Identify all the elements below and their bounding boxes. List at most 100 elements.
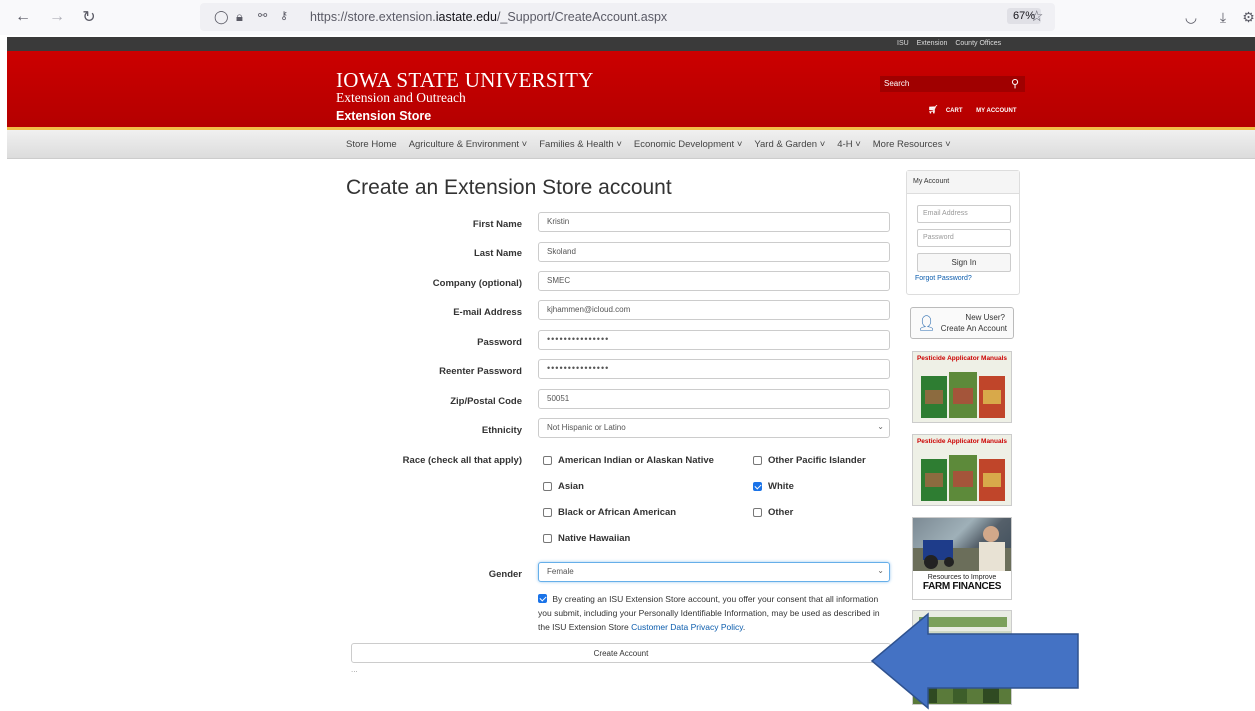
chevron-down-icon: ⌄ xyxy=(877,422,884,431)
pesticide-manuals-promo-2[interactable]: Pesticide Applicator Manuals xyxy=(912,434,1012,506)
race-other-checkbox[interactable]: Other xyxy=(753,507,793,518)
pesticide-manuals-promo[interactable]: Pesticide Applicator Manuals xyxy=(912,351,1012,423)
zip-field[interactable]: 50051 xyxy=(538,389,890,409)
utility-link-county-offices[interactable]: County Offices xyxy=(955,40,1001,47)
new-user-icon: 👤︎ xyxy=(917,315,937,332)
consent-block: By creating an ISU Extension Store accou… xyxy=(538,592,888,634)
farm-promo-line1: Resources to Improve xyxy=(927,574,997,581)
nav-item-more-resources[interactable]: More Resources ˅ xyxy=(873,139,951,150)
my-account-heading: My Account xyxy=(907,171,1019,194)
browser-toolbar: ← → ↻ ◯ 🔒︎ ⚯ ⚷ https://store.extension.i… xyxy=(0,0,1255,35)
checkbox-box[interactable] xyxy=(543,456,552,465)
password-field[interactable]: ••••••••••••••• xyxy=(538,330,890,350)
consent-checkbox[interactable] xyxy=(538,594,547,603)
checkbox-box[interactable] xyxy=(543,508,552,517)
store-name[interactable]: Extension Store xyxy=(336,109,431,123)
company-label: Company (optional) xyxy=(432,278,522,289)
permissions-icon[interactable]: ⚯ xyxy=(258,9,267,22)
ethnicity-select[interactable]: Not Hispanic or Latino ⌄ xyxy=(538,418,890,438)
gender-value: Female xyxy=(547,567,574,576)
first-name-field[interactable]: Kristin xyxy=(538,212,890,232)
nav-item-economic-development[interactable]: Economic Development ˅ xyxy=(634,139,743,150)
page-title: Create an Extension Store account xyxy=(346,176,672,199)
gender-label: Gender xyxy=(488,569,522,580)
promo-title: Pesticide Applicator Manuals xyxy=(916,355,1008,362)
search-placeholder: Search xyxy=(884,79,910,88)
checkbox-box[interactable] xyxy=(543,482,552,491)
checkbox-box[interactable] xyxy=(753,456,762,465)
checkbox-box[interactable] xyxy=(543,534,552,543)
extensions-icon[interactable]: ⚙ xyxy=(1242,6,1255,28)
race-other-pacific-checkbox[interactable]: Other Pacific Islander xyxy=(753,455,866,466)
email-field[interactable]: kjhammen@icloud.com xyxy=(538,300,890,320)
gender-select[interactable]: Female ⌄ xyxy=(538,562,890,582)
farm-finances-promo[interactable]: Resources to Improve FARM FINANCES xyxy=(912,517,1012,600)
my-account-link[interactable]: MY ACCOUNT xyxy=(976,108,1016,114)
consent-period: . xyxy=(742,622,746,632)
create-account-button[interactable]: Create Account xyxy=(351,643,891,663)
forgot-password-link[interactable]: Forgot Password? xyxy=(915,275,972,282)
address-bar[interactable]: ◯ 🔒︎ ⚯ ⚷ https://store.extension.iastate… xyxy=(200,3,1055,31)
promo-title: Pesticide Applicator Manuals xyxy=(916,438,1008,445)
reload-icon[interactable]: ↻ xyxy=(78,6,100,28)
forward-arrow-icon[interactable]: → xyxy=(46,6,68,28)
cart-link[interactable]: 🛒︎ CART xyxy=(928,105,969,114)
checkbox-box[interactable] xyxy=(753,508,762,517)
lock-icon[interactable]: 🔒︎ xyxy=(236,9,243,25)
nav-item-yard-garden[interactable]: Yard & Garden ˅ xyxy=(754,139,825,150)
race-black-checkbox[interactable]: Black or African American xyxy=(543,507,676,518)
bookmark-star-icon[interactable]: ☆ xyxy=(1030,7,1043,25)
utility-link-extension[interactable]: Extension xyxy=(917,40,948,47)
key-icon[interactable]: ⚷ xyxy=(280,9,288,22)
nav-item-store-home[interactable]: Store Home xyxy=(346,139,397,150)
left-arrow-annotation xyxy=(870,612,1079,710)
sidebar-password-input[interactable]: Password xyxy=(917,229,1011,247)
new-user-line2: Create An Account xyxy=(940,324,1007,333)
race-asian-checkbox[interactable]: Asian xyxy=(543,481,584,492)
last-name-label: Last Name xyxy=(473,248,522,259)
header-banner xyxy=(7,51,1255,127)
reenter-password-label: Reenter Password xyxy=(439,366,522,377)
zip-label: Zip/Postal Code xyxy=(450,396,522,407)
nav-item-agriculture[interactable]: Agriculture & Environment ˅ xyxy=(409,139,528,150)
sidebar-email-input[interactable]: Email Address xyxy=(917,205,1011,223)
cart-icon: 🛒︎ xyxy=(928,105,939,114)
nav-item-4h[interactable]: 4-H ˅ xyxy=(837,139,861,150)
race-american-indian-checkbox[interactable]: American Indian or Alaskan Native xyxy=(543,455,714,466)
race-native-hawaiian-checkbox[interactable]: Native Hawaiian xyxy=(543,533,630,544)
shield-icon[interactable]: ◯ xyxy=(214,9,229,25)
my-account-panel: My Account Email Address Password Sign I… xyxy=(906,170,1020,295)
password-label: Password xyxy=(477,337,522,348)
download-icon[interactable]: ⤓ xyxy=(1212,6,1234,28)
ethnicity-label: Ethnicity xyxy=(481,425,522,436)
utility-link-isu[interactable]: ISU xyxy=(897,40,909,47)
manuals-image xyxy=(921,372,1005,418)
first-name-label: First Name xyxy=(472,219,522,230)
company-field[interactable]: SMEC xyxy=(538,271,890,291)
manuals-image xyxy=(921,455,1005,501)
logo-subtitle: Extension and Outreach xyxy=(336,90,466,105)
race-label: Race (check all that apply) xyxy=(402,455,522,466)
reenter-password-field[interactable]: ••••••••••••••• xyxy=(538,359,890,379)
farmer-photo xyxy=(913,518,1011,571)
back-arrow-icon[interactable]: ← xyxy=(12,6,34,28)
nav-item-families-health[interactable]: Families & Health ˅ xyxy=(539,139,622,150)
search-icon[interactable]: ⚲ xyxy=(1011,77,1019,90)
utility-links: ISU Extension County Offices xyxy=(897,40,1007,47)
pocket-icon[interactable]: ◡ xyxy=(1180,6,1202,28)
cart-links: 🛒︎ CART MY ACCOUNT xyxy=(928,105,1023,114)
new-user-line1: New User? xyxy=(965,313,1005,322)
privacy-policy-link[interactable]: Customer Data Privacy Policy xyxy=(631,622,743,632)
new-user-button[interactable]: 👤︎ New User? Create An Account xyxy=(910,307,1014,339)
ethnicity-value: Not Hispanic or Latino xyxy=(547,423,626,432)
footer-dots: ... xyxy=(351,665,358,674)
race-white-checkbox[interactable]: White xyxy=(753,481,794,492)
nav-menu: Store Home Agriculture & Environment ˅ F… xyxy=(346,139,963,150)
checkbox-box-checked[interactable] xyxy=(753,482,762,491)
last-name-field[interactable]: Skoland xyxy=(538,242,890,262)
sign-in-button[interactable]: Sign In xyxy=(917,253,1011,272)
top-utility-strip xyxy=(7,37,1255,51)
search-input[interactable]: Search ⚲ xyxy=(880,76,1025,92)
url-text[interactable]: https://store.extension.iastate.edu/_Sup… xyxy=(310,10,667,24)
chevron-down-icon: ⌄ xyxy=(877,566,884,575)
